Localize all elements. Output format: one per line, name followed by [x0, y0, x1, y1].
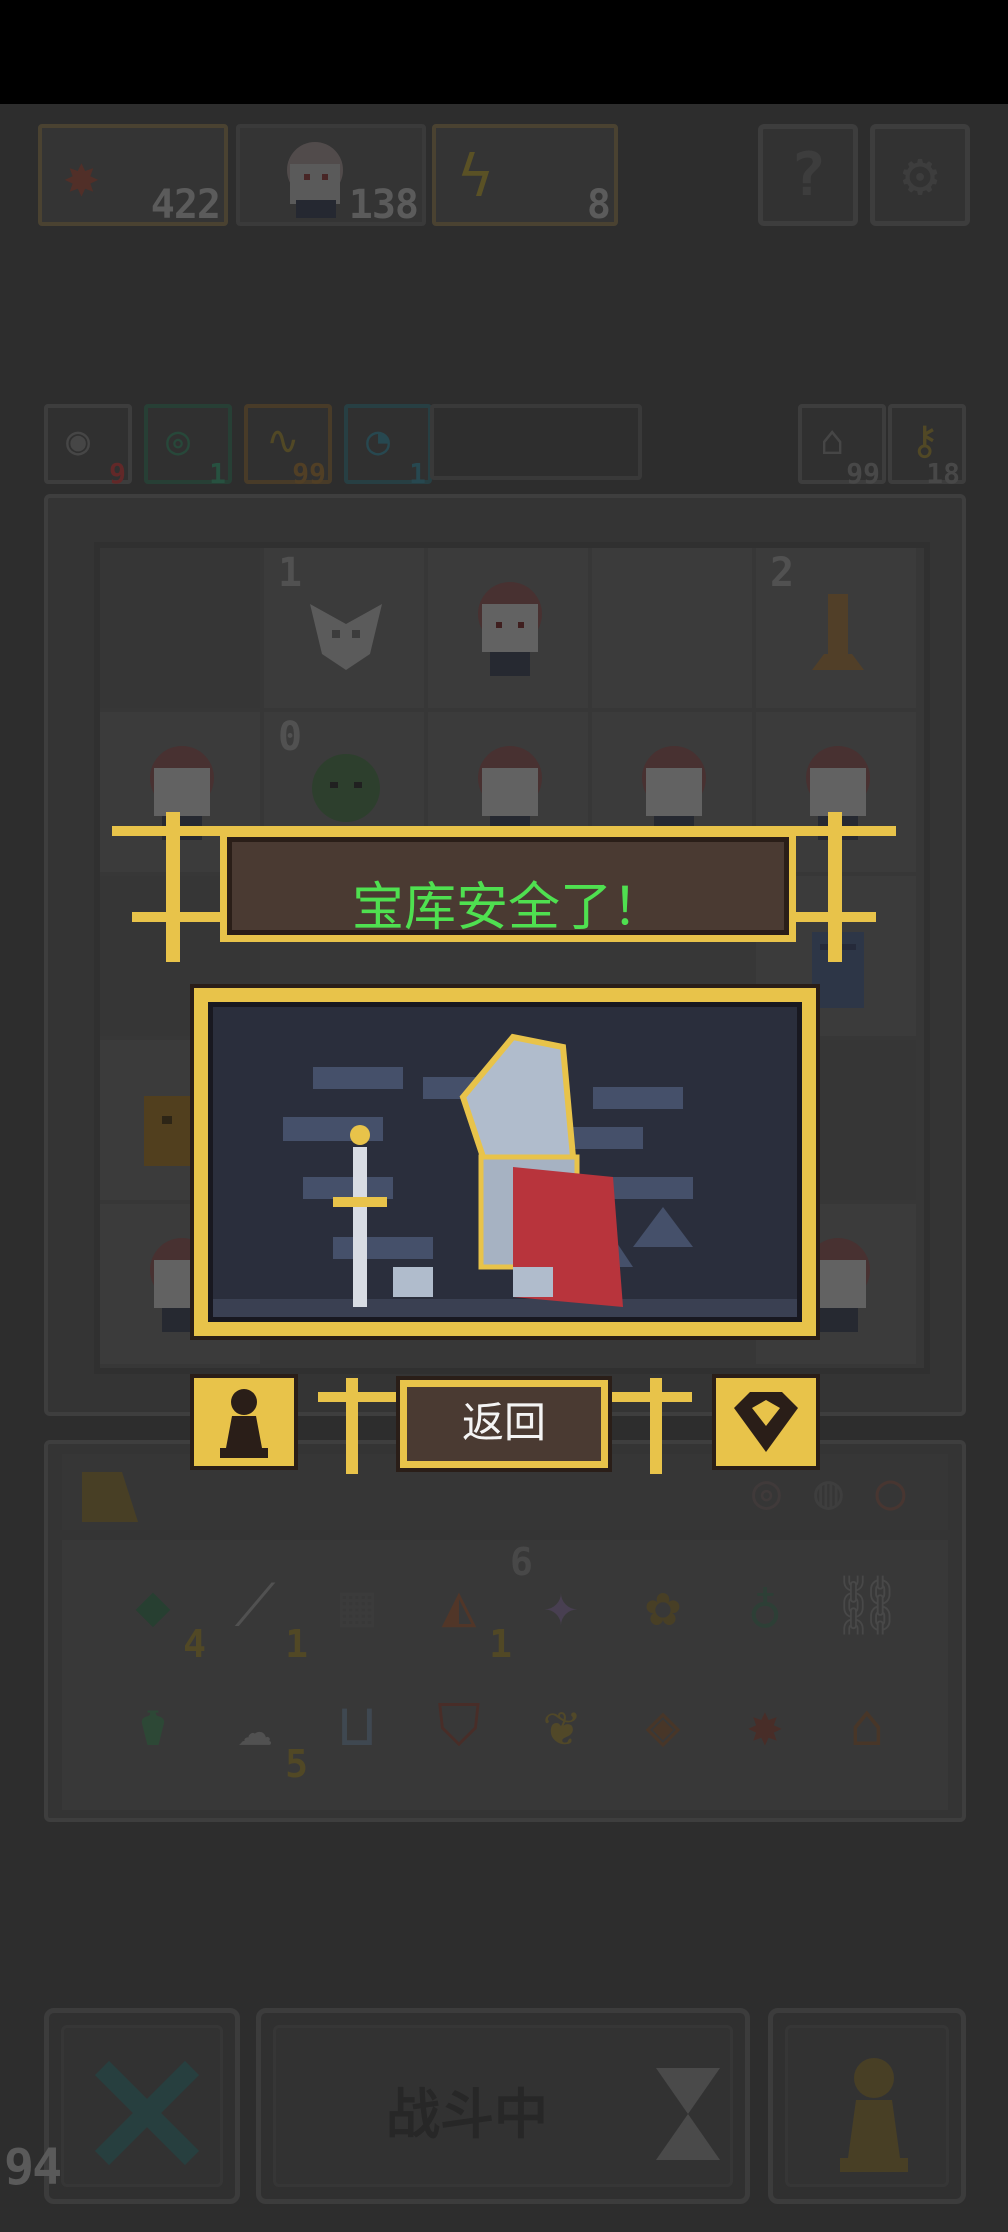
button-post-right: [650, 1378, 662, 1474]
leaves-icon[interactable]: ❦: [516, 1680, 606, 1770]
hourglass-icon: [656, 2068, 720, 2160]
sparkle-star-icon[interactable]: ✦ 6: [510, 1542, 606, 1650]
fps-counter: 94: [4, 2138, 62, 2196]
inventory-grid: ◆ 4 ⟋ 1 ▦ ◭ 1 ✦ 6 ✿ ♁ ⛓ ⚱ ☁ 5 ⊔ ⛉ ❦ ◈ ✸ ⌂: [62, 1540, 948, 1810]
item-count: 1: [489, 1622, 512, 1666]
fight-status-face: 战斗中: [273, 2025, 733, 2187]
heart-gem-icon: [734, 1392, 798, 1452]
gear-icon: ⚙: [901, 140, 939, 210]
amulet-icon[interactable]: ◯: [876, 1464, 905, 1520]
stat-shield-value: 1: [209, 457, 226, 490]
stat-shield: ◎ 1: [144, 404, 232, 490]
item-count: 6: [510, 1540, 533, 1584]
stat-house: ⌂ 99: [798, 404, 886, 490]
potion-icon[interactable]: ♁: [720, 1560, 810, 1650]
corner-tab-icon[interactable]: [82, 1472, 138, 1522]
dialog-title: 宝库安全了！: [351, 878, 664, 938]
button-rail-left: [318, 1392, 400, 1402]
stat-key: ⚷ 18: [888, 404, 966, 490]
banner-post-left: [166, 812, 180, 962]
pawn-icon: [220, 1389, 268, 1458]
dialog-title-box: 宝库安全了！: [220, 830, 796, 942]
cloud-icon[interactable]: ☁ 5: [210, 1680, 308, 1784]
hero-button[interactable]: [768, 2008, 966, 2204]
item-count: 4: [183, 1622, 206, 1666]
stat-eye: ◉ 9: [44, 404, 132, 490]
stone-tile-icon[interactable]: ▦: [312, 1560, 402, 1650]
hero-count: 138: [348, 182, 419, 228]
cancel-button-face: [61, 2025, 223, 2187]
item-count: 1: [285, 1622, 308, 1666]
board-cell[interactable]: [428, 548, 588, 708]
board-cell[interactable]: [100, 548, 260, 708]
hero-resource: 138: [236, 124, 426, 228]
cell-level: 1: [278, 550, 303, 596]
stat-clock-value: 1: [409, 457, 426, 490]
inventory-panel: ◎ ◍ ◯ ◆ 4 ⟋ 1 ▦ ◭ 1 ✦ 6 ✿ ♁ ⛓ ⚱ ☁ 5 ⊔ ⛉ ❦ ◈ ✸…: [44, 1440, 966, 1822]
bat-skull-sprite: [310, 604, 382, 670]
tree-stump-sprite: [812, 594, 864, 670]
clock-icon: ◔: [366, 418, 391, 464]
banner-post-right: [828, 812, 842, 962]
leaf-count: 422: [150, 182, 221, 228]
stat-empty-slot: [430, 404, 642, 480]
item-count: 5: [285, 1742, 308, 1786]
basket-icon[interactable]: ⊔: [312, 1680, 402, 1770]
stat-pulse: ∿ 99: [244, 404, 332, 490]
stat-pulse-value: 99: [292, 457, 326, 490]
cancel-button[interactable]: [44, 2008, 240, 2204]
back-button[interactable]: 返回: [400, 1380, 608, 1468]
settings-button[interactable]: ⚙: [870, 124, 970, 226]
fight-status-button[interactable]: 战斗中: [256, 2008, 750, 2204]
cell-level: 2: [770, 550, 795, 596]
status-bar: [0, 0, 1008, 104]
stat-clock: ◔ 1: [344, 404, 432, 490]
flower-icon[interactable]: ✿: [618, 1560, 708, 1650]
dialog-illustration-frame: [190, 984, 820, 1340]
chain-icon[interactable]: ⛓: [822, 1560, 912, 1650]
lightning-icon: ϟ: [458, 142, 493, 210]
dialog-buttons: 返回: [190, 1374, 820, 1484]
shield-gem-icon: ◎: [166, 418, 191, 464]
shield-badge-icon[interactable]: ⛉: [414, 1680, 504, 1770]
stat-eye-value: 9: [109, 457, 126, 490]
maple-leaf-icon: ✸: [64, 142, 99, 210]
eye-icon: ◉: [66, 418, 91, 464]
diamond-icon[interactable]: ◈: [618, 1680, 708, 1770]
stat-house-value: 99: [846, 457, 880, 490]
board-cell[interactable]: 1: [264, 548, 424, 708]
cell-level: 0: [278, 714, 303, 760]
pawn-icon: [840, 2058, 908, 2172]
bone-icon[interactable]: ⟋ 1: [210, 1560, 308, 1664]
tombstone-icon[interactable]: ⌂: [822, 1680, 912, 1770]
stat-key-value: 18: [926, 457, 960, 490]
pawn-button[interactable]: [190, 1374, 298, 1470]
board-cell[interactable]: [592, 548, 752, 708]
fight-status-label: 战斗中: [386, 2083, 548, 2146]
leaf-resource: ✸ 422: [38, 124, 228, 228]
dialog-illustration: [208, 1002, 802, 1322]
house-icon: ⌂: [820, 418, 845, 464]
gem-icon[interactable]: ◆ 4: [108, 1560, 206, 1664]
close-icon: [94, 2060, 200, 2166]
knight-illustration: [213, 1033, 797, 1317]
hero-portrait-icon: [287, 142, 343, 218]
board-cell[interactable]: 2: [756, 548, 916, 708]
hero-button-face: [785, 2025, 949, 2187]
help-button[interactable]: ?: [758, 124, 858, 226]
fox-icon[interactable]: ◭ 1: [414, 1560, 512, 1664]
flask-icon[interactable]: ⚱: [108, 1680, 198, 1770]
maple-leaf-icon[interactable]: ✸: [720, 1680, 810, 1770]
button-post-left: [346, 1378, 358, 1474]
heart-gem-button[interactable]: [712, 1374, 820, 1470]
dialog-title-banner: 宝库安全了！: [112, 812, 896, 962]
energy-resource: ϟ 8: [432, 124, 618, 228]
energy-count: 8: [586, 182, 611, 228]
heroine-sprite: [478, 582, 542, 676]
